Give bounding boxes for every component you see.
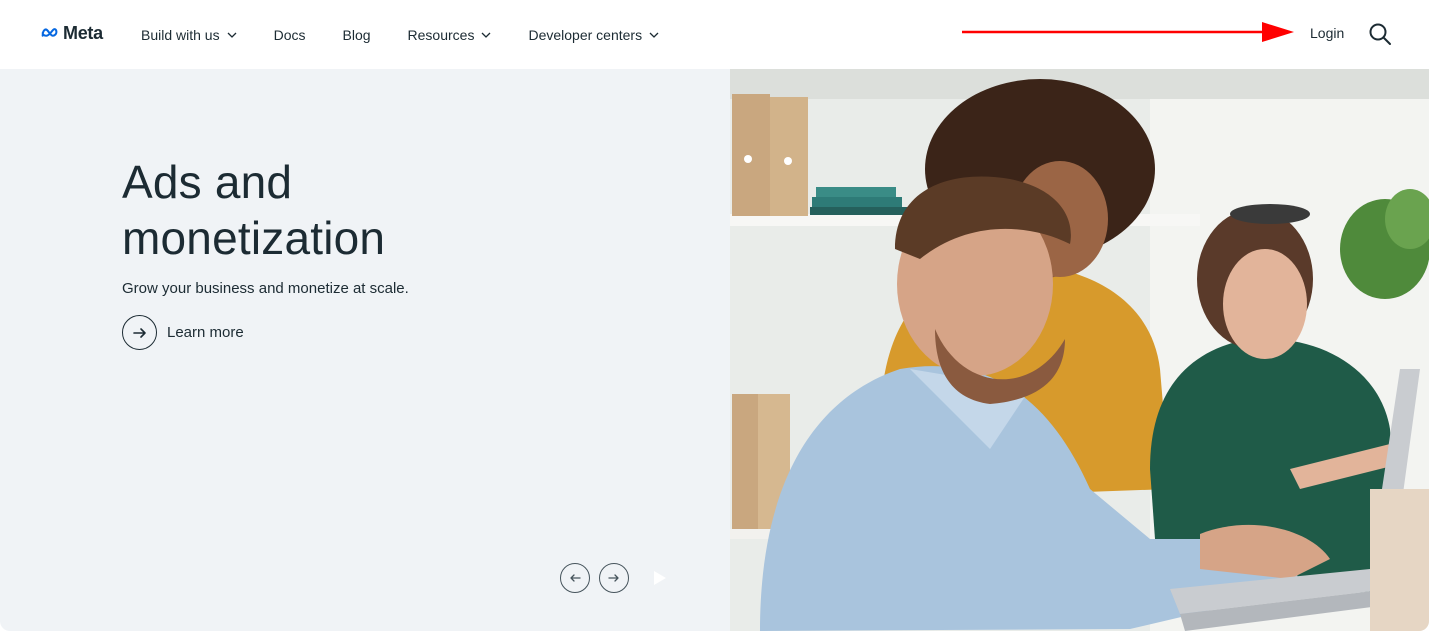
- hero-photo: [730, 69, 1429, 631]
- nav-resources[interactable]: Resources: [408, 27, 492, 43]
- learn-more-link[interactable]: Learn more: [122, 315, 244, 350]
- nav-build-with-us[interactable]: Build with us: [141, 27, 237, 43]
- hero-photo-illustration: [730, 69, 1429, 631]
- site-header: Meta Build with us Docs Blog Resources D…: [0, 0, 1429, 69]
- chevron-down-icon: [227, 32, 237, 38]
- hero-subtitle: Grow your business and monetize at scale…: [122, 280, 409, 297]
- arrow-right-icon: [608, 574, 619, 582]
- hero-title-line-1: Ads and: [122, 156, 293, 208]
- nav-label: Developer centers: [528, 26, 643, 43]
- meta-infinity-icon: [41, 28, 58, 37]
- hero-title-line-2: monetization: [122, 212, 386, 264]
- meta-logo[interactable]: Meta: [39, 22, 103, 44]
- hero-title: Ads and monetization: [122, 154, 642, 266]
- chevron-down-icon: [481, 32, 491, 38]
- nav-label: Blog: [342, 26, 371, 43]
- nav-docs[interactable]: Docs: [274, 27, 306, 43]
- search-icon[interactable]: [1368, 22, 1392, 46]
- nav-developer-centers[interactable]: Developer centers: [528, 27, 659, 43]
- hero-carousel: Ads and monetization Grow your business …: [0, 69, 1429, 631]
- red-arrow-annotation: [962, 22, 1294, 42]
- carousel-prev-button[interactable]: [560, 563, 590, 593]
- nav-label: Build with us: [141, 26, 220, 43]
- main-nav: Build with us Docs Blog Resources Develo…: [141, 0, 696, 69]
- chevron-down-icon: [649, 32, 659, 38]
- nav-label: Docs: [273, 26, 306, 43]
- nav-blog[interactable]: Blog: [343, 27, 371, 43]
- arrow-left-icon: [570, 574, 581, 582]
- arrow-right-icon: [122, 315, 157, 350]
- brand-name: Meta: [63, 22, 103, 43]
- carousel-next-button[interactable]: [599, 563, 629, 593]
- login-link[interactable]: Login: [1310, 25, 1344, 41]
- play-icon[interactable]: [653, 570, 667, 586]
- hero-text-panel: Ads and monetization Grow your business …: [0, 69, 730, 631]
- learn-more-label: Learn more: [167, 324, 244, 341]
- nav-label: Resources: [407, 26, 475, 43]
